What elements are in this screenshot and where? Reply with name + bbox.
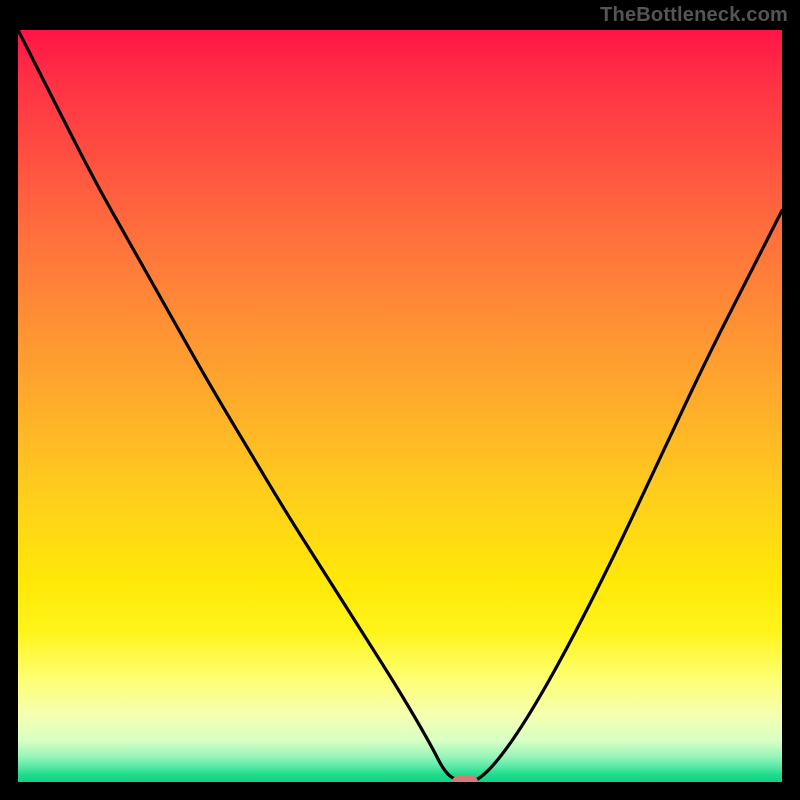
plot-area [18,30,782,782]
watermark-label: TheBottleneck.com [600,4,788,27]
curve-layer [18,30,782,782]
curve-path [18,30,782,782]
minimum-marker [452,776,478,782]
chart-frame: TheBottleneck.com [0,0,800,800]
